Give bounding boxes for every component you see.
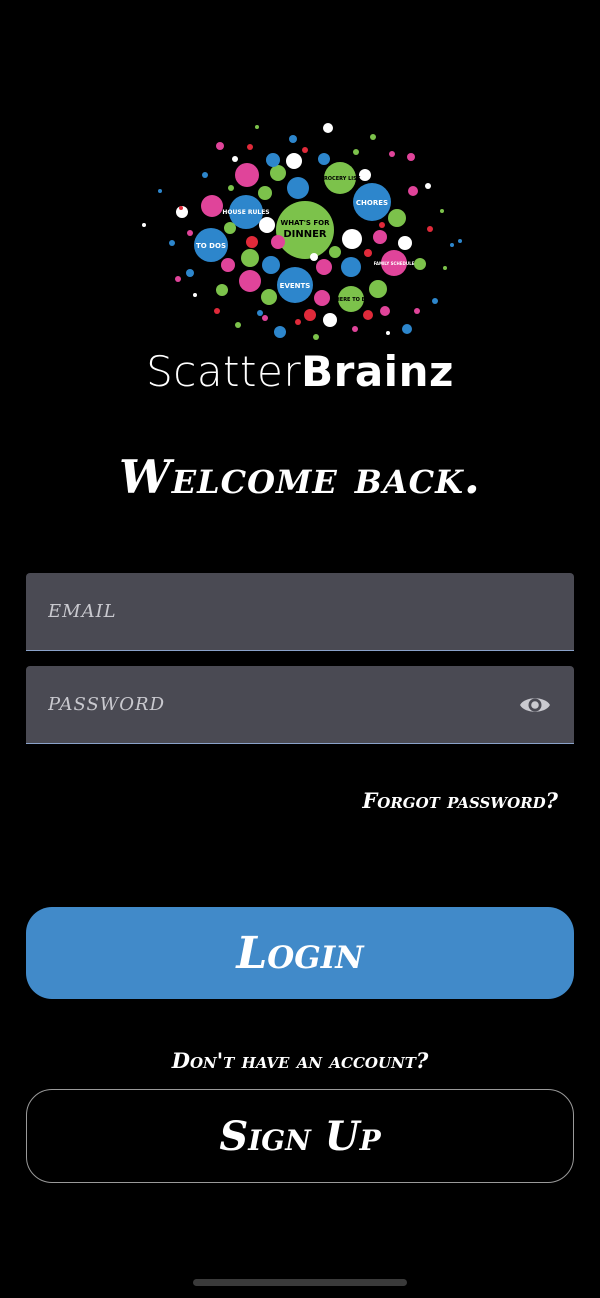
email-field[interactable] [26, 573, 574, 650]
bubble-label-grocery: GROCERY LIST [320, 176, 361, 182]
bubble-label-events: EVENTS [280, 282, 311, 290]
brand-wordmark: ScatterBrainz [130, 347, 470, 397]
email-field-container [26, 573, 574, 651]
bubble-label-family: FAMILY SCHEDULE [374, 261, 415, 266]
password-field[interactable] [26, 666, 574, 743]
bubble-label-chores: CHORES [356, 199, 388, 207]
app-logo: WHAT'S FOR DINNER GROCERY LIST HOUSE RUL… [130, 115, 470, 405]
eye-icon[interactable] [518, 691, 552, 719]
forgot-password-link[interactable]: Forgot password? [362, 788, 558, 813]
sign-up-button[interactable]: Sign Up [26, 1089, 574, 1183]
login-button[interactable]: Login [26, 907, 574, 999]
no-account-prompt: Don't have an account? [171, 1048, 429, 1073]
home-indicator[interactable] [193, 1279, 407, 1286]
brand-wordmark-light: Scatter [146, 347, 302, 396]
bubble-label-house-rules: HOUSE RULES [222, 209, 269, 216]
welcome-heading: Welcome back. [119, 450, 481, 504]
brand-wordmark-bold: Brainz [301, 347, 454, 396]
bubble-label-dinner: WHAT'S FOR [281, 219, 331, 227]
bubble-label-dinner: DINNER [283, 229, 327, 240]
bubble-label-todos: TO DOS [196, 242, 226, 250]
password-field-container [26, 666, 574, 744]
bubble-label-where: WHERE TO EAT [330, 297, 372, 303]
logo-bubbles-graphic: WHAT'S FOR DINNER GROCERY LIST HOUSE RUL… [142, 123, 462, 340]
